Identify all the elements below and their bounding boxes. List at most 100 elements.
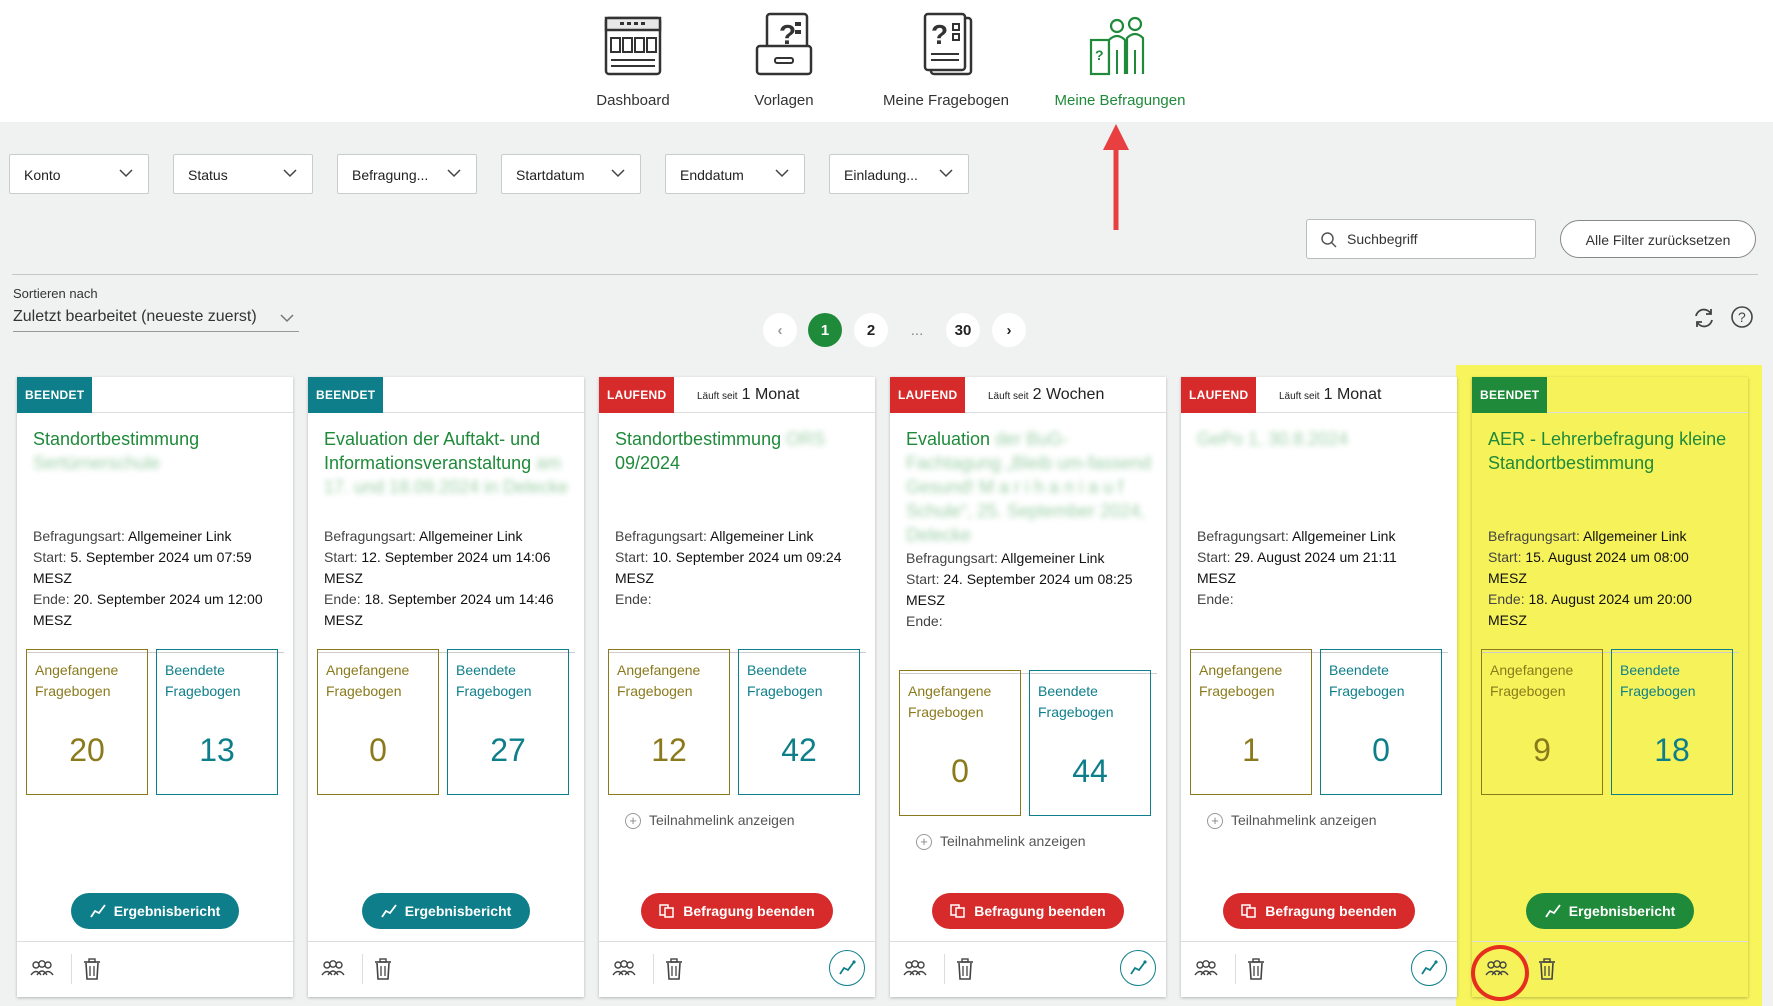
live-report-button[interactable] (1120, 950, 1156, 986)
meta-art-key: Befragungsart: (33, 528, 125, 544)
svg-text:?: ? (1738, 309, 1746, 325)
trash-icon[interactable] (1534, 956, 1560, 982)
participants-icon[interactable] (1193, 956, 1219, 982)
started-label-2: Fragebogen (1490, 683, 1566, 699)
meta-art-key: Befragungsart: (615, 528, 707, 544)
finished-count: 0 (1372, 732, 1390, 768)
show-participation-link[interactable]: + Teilnahmelink anzeigen (625, 812, 795, 829)
started-label-2: Fragebogen (326, 683, 402, 699)
pagination-prev[interactable]: ‹ (763, 313, 797, 347)
end-survey-button[interactable]: Befragung beenden (932, 893, 1124, 929)
meta-start-value: 24. September 2024 um 08:25 (943, 571, 1133, 587)
status-badge: LAUFEND (1181, 377, 1257, 413)
report-button[interactable]: Ergebnisbericht (1526, 893, 1694, 929)
card-header: BEENDET (17, 377, 293, 413)
report-button[interactable]: Ergebnisbericht (71, 893, 239, 929)
participants-icon[interactable] (902, 956, 928, 982)
card-title[interactable]: Standortbestimmung Sertürnerschule (33, 427, 281, 475)
status-badge: BEENDET (17, 377, 93, 413)
card-title[interactable]: Evaluation der BuG-Fachtagung „Bleib um-… (906, 427, 1154, 547)
started-count-box: Angefangene Fragebogen 9 (1481, 649, 1603, 795)
card-title[interactable]: Standortbestimmung ORS 09/2024 (615, 427, 863, 475)
meta-ende-tz: MESZ (33, 612, 72, 628)
card-title-text: AER - Lehrerbefragung kleine Standortbes… (1488, 429, 1727, 473)
meta-start-key: Start: (906, 571, 940, 587)
filter-enddatum-label: Enddatum (680, 167, 744, 183)
card-title[interactable]: GePo 1, 30.8.2024 (1197, 427, 1445, 451)
pagination-page-2[interactable]: 2 (854, 313, 888, 347)
participants-icon[interactable] (320, 956, 346, 982)
reset-filters-button[interactable]: Alle Filter zurücksetzen (1560, 220, 1756, 258)
trash-icon[interactable] (1243, 956, 1269, 982)
filter-einladung-label: Einladung... (844, 167, 918, 183)
nav-meine-befragungen[interactable]: ? Meine Befragungen (1040, 10, 1200, 109)
meta-ende: Ende: (1197, 589, 1447, 610)
filter-befragung[interactable]: Befragung... (337, 154, 477, 194)
finished-label-1: Beendete (1038, 683, 1098, 699)
show-participation-link[interactable]: + Teilnahmelink anzeigen (916, 833, 1086, 850)
finished-label-2: Fragebogen (1620, 683, 1696, 699)
nav-dashboard[interactable]: Dashboard (553, 10, 713, 109)
started-label-1: Angefangene (326, 662, 410, 678)
card-meta: Befragungsart: Allgemeiner Link Start: 24… (906, 548, 1156, 632)
chevron-down-icon (119, 169, 133, 178)
pagination-next[interactable]: › (992, 313, 1026, 347)
card-title[interactable]: AER - Lehrerbefragung kleine Standortbes… (1488, 427, 1736, 475)
show-participation-link[interactable]: + Teilnahmelink anzeigen (1207, 812, 1377, 829)
filter-status[interactable]: Status (173, 154, 313, 194)
finished-label-2: Fragebogen (747, 683, 823, 699)
meta-ende: Ende: (615, 589, 865, 610)
meta-art-key: Befragungsart: (1488, 528, 1580, 544)
end-survey-button[interactable]: Befragung beenden (1223, 893, 1415, 929)
filter-status-label: Status (188, 167, 228, 183)
card-title-text: Standortbestimmung (615, 429, 782, 449)
meta-start-tz: MESZ (906, 592, 945, 608)
running-since-label: Läuft seit (1279, 391, 1320, 402)
filter-konto[interactable]: Konto (9, 154, 149, 194)
finished-label-2: Fragebogen (1038, 704, 1114, 720)
finished-label-1: Beendete (165, 662, 225, 678)
live-report-button[interactable] (829, 950, 865, 986)
annotation-circle (1471, 945, 1529, 1001)
finished-label: Beendete Fragebogen (165, 660, 241, 702)
nav-vorlagen[interactable]: ? Vorlagen (704, 10, 864, 109)
report-button[interactable]: Ergebnisbericht (362, 893, 530, 929)
svg-text:?: ? (931, 19, 948, 50)
filter-einladung[interactable]: Einladung... (829, 154, 969, 194)
participants-icon[interactable] (611, 956, 637, 982)
meta-art: Befragungsart: Allgemeiner Link (324, 526, 574, 547)
pagination-page-30[interactable]: 30 (946, 313, 980, 347)
started-label-1: Angefangene (1199, 662, 1283, 678)
nav-meine-fragebogen[interactable]: ? Meine Fragebogen (866, 10, 1026, 109)
sort-select[interactable]: Zuletzt bearbeitet (neueste zuerst) (13, 304, 299, 332)
finished-label: Beendete Fragebogen (747, 660, 823, 702)
started-count: 12 (651, 732, 687, 768)
chart-line-icon (380, 904, 397, 918)
end-survey-button[interactable]: Befragung beenden (641, 893, 833, 929)
meta-ende-key: Ende: (906, 613, 943, 629)
live-report-button[interactable] (1411, 950, 1447, 986)
filter-startdatum[interactable]: Startdatum (501, 154, 641, 194)
finished-label: Beendete Fragebogen (456, 660, 532, 702)
card-footer (890, 941, 1166, 997)
participants-icon[interactable] (29, 956, 55, 982)
help-icon[interactable]: ? (1730, 305, 1754, 329)
refresh-icon[interactable] (1692, 306, 1716, 330)
trash-icon[interactable] (661, 956, 687, 982)
trash-icon[interactable] (370, 956, 396, 982)
search-input[interactable]: Suchbegriff (1306, 219, 1536, 259)
trash-icon[interactable] (79, 956, 105, 982)
meta-start-value: 12. September 2024 um 14:06 (361, 549, 551, 565)
report-label: Ergebnisbericht (1568, 903, 1676, 919)
card-meta: Befragungsart: Allgemeiner Link Start: 5.… (33, 526, 283, 631)
filter-enddatum[interactable]: Enddatum (665, 154, 805, 194)
status-badge: BEENDET (308, 377, 384, 413)
pagination-page-1[interactable]: 1 (808, 313, 842, 347)
trash-icon[interactable] (952, 956, 978, 982)
finished-label-2: Fragebogen (456, 683, 532, 699)
meta-ende-value: 18. August 2024 um 20:00 (1528, 591, 1692, 607)
meta-start-tz: MESZ (33, 570, 72, 586)
card-title[interactable]: Evaluation der Auftakt- und Informations… (324, 427, 572, 499)
survey-card: LAUFEND Läuft seit 1 Monat Standortbestimmu… (599, 377, 875, 997)
divider (944, 954, 945, 984)
